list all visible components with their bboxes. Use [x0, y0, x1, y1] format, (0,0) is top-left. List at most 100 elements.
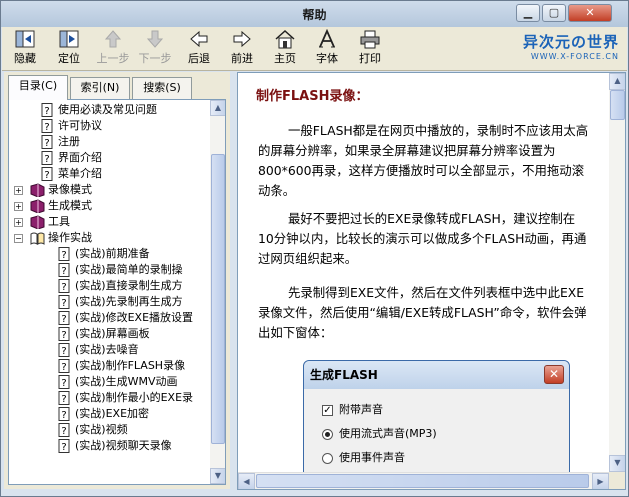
scroll-thumb[interactable]	[610, 90, 625, 120]
svg-text:?: ?	[61, 266, 66, 277]
help-topic-icon: ?	[57, 439, 72, 453]
tree-item[interactable]: ? (实战)视频聊天录像	[9, 438, 209, 454]
tree-item[interactable]: ? (实战)先录制再生成方	[9, 294, 209, 310]
svg-text:?: ?	[61, 394, 66, 405]
help-topic-icon: ?	[40, 119, 55, 133]
maximize-button[interactable]: ▢	[542, 4, 566, 22]
tree-item[interactable]: ? (实战)最简单的录制操	[9, 262, 209, 278]
svg-text:?: ?	[61, 250, 66, 261]
scroll-down-button[interactable]: ▼	[210, 468, 225, 484]
expand-icon[interactable]: +	[14, 186, 23, 195]
next-topic-button[interactable]: 下一步	[136, 29, 174, 69]
scroll-down-button[interactable]: ▼	[609, 455, 625, 472]
tree-item[interactable]: ? (实战)屏幕画板	[9, 326, 209, 342]
tree-item-label: 生成模式	[48, 199, 92, 212]
help-topic-icon: ?	[57, 263, 72, 277]
tree-item-label: 使用必读及常见问题	[58, 103, 157, 116]
forward-button[interactable]: 前进	[223, 29, 261, 69]
tree-item-label: (实战)EXE加密	[75, 407, 150, 420]
tab-search[interactable]: 搜索(S)	[132, 77, 192, 99]
tree-item[interactable]: + 生成模式	[9, 198, 209, 214]
tree-item-label: 注册	[58, 135, 80, 148]
tree-item[interactable]: ? (实战)EXE加密	[9, 406, 209, 422]
brand-url: WWW.X-FORCE.CN	[530, 52, 619, 61]
topic-vertical-scrollbar[interactable]: ▲ ▼	[609, 73, 625, 472]
collapse-icon[interactable]: −	[14, 234, 23, 243]
svg-text:?: ?	[44, 154, 49, 165]
tree-item-label: (实战)视频聊天录像	[75, 439, 172, 452]
scrollbar-corner	[609, 472, 625, 489]
tree-item[interactable]: ? (实战)前期准备	[9, 246, 209, 262]
font-button[interactable]: 字体	[308, 29, 346, 69]
tree-item[interactable]: ? (实战)视频	[9, 422, 209, 438]
svg-text:?: ?	[61, 362, 66, 373]
svg-text:?: ?	[44, 138, 49, 149]
scroll-thumb[interactable]	[211, 154, 225, 444]
paragraph: 最好不要把过长的EXE录像转成FLASH，建议控制在10分钟以内，比较长的演示可…	[258, 211, 587, 266]
tree-item[interactable]: ? 注册	[9, 134, 209, 150]
previous-topic-button[interactable]: 上一步	[94, 29, 132, 69]
svg-text:?: ?	[61, 442, 66, 453]
back-button[interactable]: 后退	[180, 29, 218, 69]
scroll-up-button[interactable]: ▲	[609, 73, 625, 90]
tree-item-label: 操作实战	[48, 231, 92, 244]
toolbar: 隐藏 定位 上一步 下一步 后退 前进 主页 字体 打印 异次元の世界 WWW.…	[2, 27, 627, 71]
dialog-title: 生成FLASH	[304, 361, 569, 389]
expand-icon[interactable]: +	[14, 202, 23, 211]
help-topic-icon: ?	[40, 135, 55, 149]
tree-item[interactable]: ? 许可协议	[9, 118, 209, 134]
locate-button[interactable]: 定位	[50, 29, 88, 69]
scroll-up-button[interactable]: ▲	[210, 100, 225, 116]
tree-item[interactable]: + 工具	[9, 214, 209, 230]
tree-item-label: (实战)修改EXE播放设置	[75, 311, 194, 324]
tab-index[interactable]: 索引(N)	[70, 77, 130, 99]
scroll-right-button[interactable]: ▶	[592, 473, 609, 489]
title-bar[interactable]: 帮助 ▁ ▢ ✕	[1, 1, 628, 27]
topic-horizontal-scrollbar[interactable]: ◀ ▶	[238, 472, 609, 489]
help-topic-icon: ?	[57, 423, 72, 437]
tree-item[interactable]: ? (实战)去噪音	[9, 342, 209, 358]
tree-item[interactable]: − 操作实战	[9, 230, 209, 246]
help-topic-icon: ?	[57, 295, 72, 309]
brand-watermark: 异次元の世界 WWW.X-FORCE.CN	[523, 31, 619, 61]
tab-contents[interactable]: 目录(C)	[8, 75, 68, 100]
back-arrow-icon	[190, 30, 208, 48]
event-sound-radio: 使用事件声音	[322, 451, 405, 465]
tree-item-label: 菜单介绍	[58, 167, 102, 180]
horizontal-scroll-thumb[interactable]	[256, 474, 589, 488]
print-button[interactable]: 打印	[351, 29, 389, 69]
radio-selected-icon	[322, 428, 333, 440]
contents-tree-view[interactable]: ? 使用必读及常见问题? 许可协议? 注册? 界面介绍? 菜单介绍 + 录像模式 + 生成模式 + 工…	[8, 99, 226, 485]
tree-item-label: (实战)制作最小的EXE录	[75, 391, 194, 404]
tree-item[interactable]: ? (实战)制作最小的EXE录	[9, 390, 209, 406]
hide-button[interactable]: 隐藏	[6, 29, 44, 69]
tree-item[interactable]: ? (实战)直接录制生成方	[9, 278, 209, 294]
svg-text:?: ?	[61, 346, 66, 357]
tree-item-label: (实战)视频	[75, 423, 128, 436]
home-button[interactable]: 主页	[266, 29, 304, 69]
tree-item[interactable]: ? 界面介绍	[9, 150, 209, 166]
help-topic-icon: ?	[57, 391, 72, 405]
tree-item[interactable]: ? (实战)生成WMV动画	[9, 374, 209, 390]
svg-text:?: ?	[61, 282, 66, 293]
tree-item[interactable]: ? (实战)修改EXE播放设置	[9, 310, 209, 326]
topic-heading: 制作FLASH录像：	[256, 89, 369, 104]
tree-item[interactable]: ? (实战)制作FLASH录像	[9, 358, 209, 374]
tree-item-label: 工具	[48, 215, 70, 228]
tree-item-label: 界面介绍	[58, 151, 102, 164]
minimize-button[interactable]: ▁	[516, 4, 540, 22]
up-arrow-icon	[104, 30, 122, 48]
tree-item-label: (实战)去噪音	[75, 343, 139, 356]
tree-item[interactable]: ? 使用必读及常见问题	[9, 102, 209, 118]
tree-item-label: (实战)前期准备	[75, 247, 150, 260]
checkbox-checked-icon: ✓	[322, 404, 333, 416]
close-button[interactable]: ✕	[568, 4, 612, 22]
expand-icon[interactable]: +	[14, 218, 23, 227]
paragraph: 一般FLASH都是在网页中播放的，录制时不应该用太高的屏幕分辨率，如果录全屏幕建…	[258, 123, 589, 198]
tree-item[interactable]: + 录像模式	[9, 182, 209, 198]
tree-item[interactable]: ? 菜单介绍	[9, 166, 209, 182]
scroll-left-button[interactable]: ◀	[238, 473, 255, 489]
help-topic-icon: ?	[57, 407, 72, 421]
tree-vertical-scrollbar[interactable]: ▲ ▼	[210, 100, 225, 484]
topic-pane: 制作FLASH录像： 一般FLASH都是在网页中播放的，录制时不应该用太高的屏幕…	[237, 72, 626, 490]
